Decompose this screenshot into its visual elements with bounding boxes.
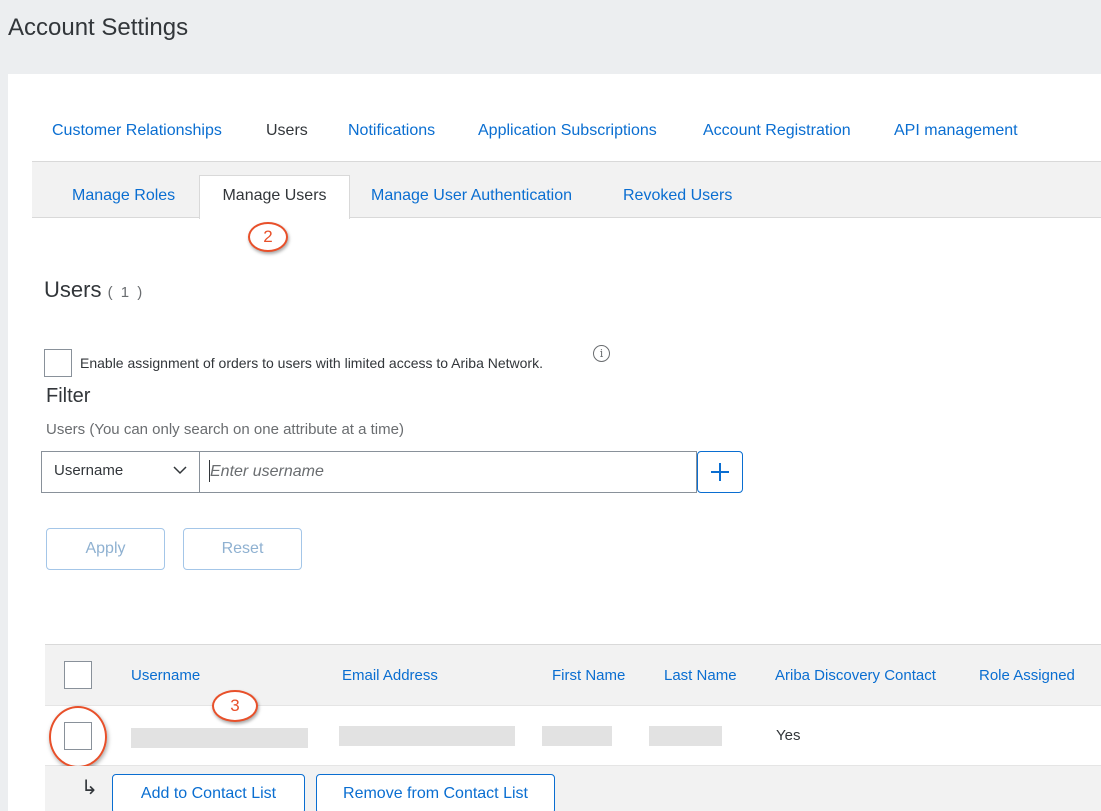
reset-button[interactable]: Reset	[183, 528, 302, 570]
username-filter-input[interactable]	[199, 451, 697, 493]
users-count: ( 1 )	[107, 284, 145, 301]
plus-icon-vertical	[719, 463, 721, 481]
tab-api-management[interactable]: API management	[894, 122, 1018, 140]
tab-users[interactable]: Users	[266, 122, 308, 140]
subtab-revoked-users[interactable]: Revoked Users	[623, 187, 732, 205]
add-filter-button[interactable]	[697, 451, 743, 493]
redacted-email	[339, 726, 515, 746]
chevron-down-icon	[173, 466, 187, 475]
page-title: Account Settings	[8, 14, 189, 41]
users-table-header: Username Email Address First Name Last N…	[45, 644, 1101, 706]
top-tab-bar: Customer Relationships Users Notificatio…	[32, 74, 1101, 162]
filter-attribute-value: Username	[54, 462, 124, 479]
filter-attribute-select[interactable]: Username	[41, 451, 200, 493]
remove-from-contact-list-button[interactable]: Remove from Contact List	[316, 774, 555, 811]
redacted-username	[131, 728, 308, 748]
text-caret	[209, 460, 210, 482]
table-row: Yes	[45, 706, 1101, 766]
subtab-manage-users[interactable]: Manage Users	[199, 175, 350, 219]
return-arrow-icon: ↳	[81, 777, 98, 799]
limited-access-label: Enable assignment of orders to users wit…	[80, 355, 543, 371]
info-icon[interactable]: i	[593, 345, 610, 362]
col-last-name[interactable]: Last Name	[664, 667, 737, 684]
settings-panel: Customer Relationships Users Notificatio…	[8, 74, 1101, 811]
col-username[interactable]: Username	[131, 667, 200, 684]
col-email-address[interactable]: Email Address	[342, 667, 438, 684]
tab-account-registration[interactable]: Account Registration	[703, 122, 851, 140]
subtab-manage-user-authentication[interactable]: Manage User Authentication	[371, 187, 572, 205]
filter-hint: Users (You can only search on one attrib…	[46, 421, 404, 438]
tab-application-subscriptions[interactable]: Application Subscriptions	[478, 122, 657, 140]
users-heading: Users ( 1 )	[44, 277, 144, 303]
subtab-manage-users-label: Manage Users	[222, 187, 327, 204]
table-action-bar: ↳ Add to Contact List Remove from Contac…	[45, 766, 1101, 811]
redacted-last-name	[649, 726, 722, 746]
redacted-first-name	[542, 726, 612, 746]
apply-button[interactable]: Apply	[46, 528, 165, 570]
discovery-contact-value: Yes	[776, 727, 801, 744]
col-first-name[interactable]: First Name	[552, 667, 625, 684]
step-3-callout: 3	[212, 690, 258, 722]
tab-notifications[interactable]: Notifications	[348, 122, 435, 140]
col-role-assigned[interactable]: Role Assigned	[979, 667, 1075, 684]
add-to-contact-list-button[interactable]: Add to Contact List	[112, 774, 305, 811]
sub-tab-bar: Manage Roles Manage Users Manage User Au…	[32, 162, 1101, 219]
limited-access-checkbox[interactable]	[44, 349, 72, 377]
subtab-manage-roles[interactable]: Manage Roles	[72, 187, 175, 205]
checkbox-highlight-circle	[49, 706, 107, 768]
step-2-callout: 2	[248, 222, 288, 252]
select-all-checkbox[interactable]	[64, 661, 92, 689]
col-ariba-discovery-contact[interactable]: Ariba Discovery Contact	[775, 667, 936, 684]
users-heading-label: Users	[44, 277, 102, 302]
tab-customer-relationships[interactable]: Customer Relationships	[52, 122, 222, 140]
filter-heading: Filter	[46, 385, 91, 407]
